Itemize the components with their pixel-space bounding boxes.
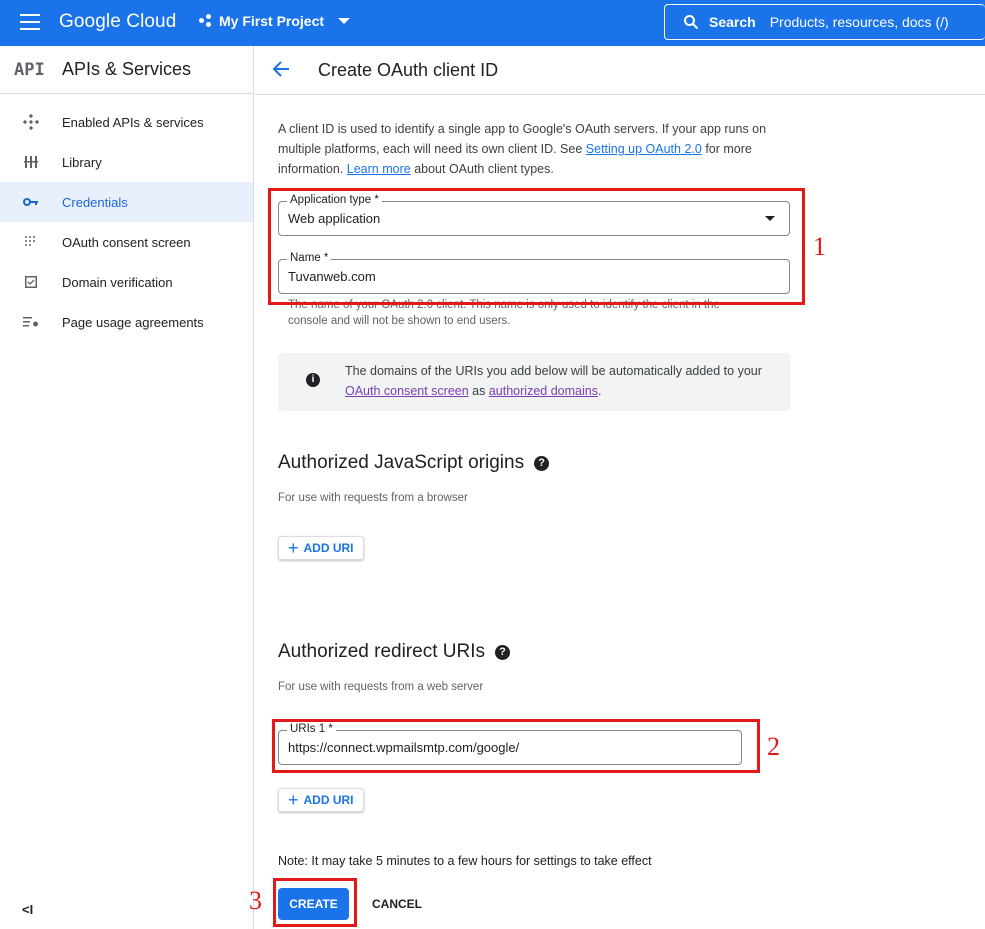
info-text-part: as [468, 384, 489, 398]
search-input[interactable]: Search Products, resources, docs (/) [664, 4, 985, 40]
sidebar-item-library[interactable]: Library [0, 142, 253, 182]
sidebar-item-label: Enabled APIs & services [62, 114, 204, 130]
sidebar: API APIs & Services Enabled APIs & servi… [0, 46, 254, 929]
oauth-consent-screen-link[interactable]: OAuth consent screen [345, 384, 469, 398]
checkbox-icon [0, 276, 62, 288]
authorized-domains-link[interactable]: authorized domains [489, 384, 598, 398]
info-text-part: . [597, 384, 602, 398]
info-icon: i [306, 373, 320, 387]
page-header: Create OAuth client ID [255, 46, 985, 95]
sidebar-item-label: OAuth consent screen [62, 234, 191, 250]
cancel-button[interactable]: CANCEL [364, 888, 430, 920]
redirect-uris-subtitle: For use with requests from a web server [278, 681, 484, 693]
info-banner: i The domains of the URIs you add below … [278, 353, 790, 411]
sidebar-item-oauth-consent[interactable]: OAuth consent screen [0, 222, 253, 262]
learn-more-link[interactable]: Learn more [347, 162, 411, 176]
search-placeholder: Products, resources, docs (/) [769, 14, 949, 30]
api-logo: API [14, 59, 45, 80]
intro-text: A client ID is used to identify a single… [278, 119, 790, 179]
plus-icon: + [288, 790, 299, 810]
google-cloud-logo[interactable]: Google Cloud [59, 11, 176, 33]
annotation-label-2: 2 [767, 732, 780, 761]
redirect-uris-title: Authorized redirect URIs [278, 641, 485, 662]
top-app-bar: Google Cloud My First Project Search Pro… [0, 0, 985, 46]
add-redirect-uri-button[interactable]: + ADD URI [278, 788, 364, 812]
intro-text-part: about OAuth client types. [410, 162, 554, 176]
annotation-box-1 [268, 188, 805, 305]
add-js-origin-button[interactable]: + ADD URI [278, 536, 364, 560]
add-uri-label: ADD URI [303, 793, 354, 807]
back-arrow-icon[interactable] [272, 60, 290, 83]
hamburger-menu-icon[interactable] [20, 14, 40, 30]
key-icon [0, 197, 62, 207]
annotation-box-2 [272, 719, 760, 773]
sidebar-item-label: Page usage agreements [62, 314, 204, 330]
settings-list-icon [0, 316, 62, 328]
sidebar-title: APIs & Services [62, 59, 192, 79]
js-origins-section: Authorized JavaScript origins ? [278, 452, 550, 474]
sidebar-nav: Enabled APIs & services Library Credenti… [0, 102, 253, 342]
chevron-down-icon [338, 18, 351, 24]
sidebar-item-label: Domain verification [62, 274, 173, 290]
page-title: Create OAuth client ID [318, 60, 499, 80]
info-text: The domains of the URIs you add below wi… [345, 361, 775, 401]
sidebar-item-label: Library [62, 154, 102, 170]
project-dots-icon [199, 14, 213, 28]
annotation-box-3 [273, 878, 357, 927]
plus-icon: + [288, 538, 299, 558]
diamond-arrows-icon [0, 114, 62, 130]
annotation-label-1: 1 [813, 232, 826, 261]
settings-note: Note: It may take 5 minutes to a few hou… [278, 854, 652, 868]
sidebar-item-page-usage[interactable]: Page usage agreements [0, 302, 253, 342]
project-name: My First Project [219, 13, 325, 29]
info-text-part: The domains of the URIs you add below wi… [345, 364, 762, 378]
help-icon[interactable]: ? [534, 455, 550, 471]
js-origins-title: Authorized JavaScript origins [278, 452, 525, 473]
search-icon [684, 15, 699, 30]
search-label: Search [709, 14, 756, 30]
annotation-label-3: 3 [249, 886, 262, 915]
project-selector[interactable]: My First Project [199, 13, 351, 29]
setting-up-oauth-link[interactable]: Setting up OAuth 2.0 [586, 142, 702, 156]
dotted-grid-icon [0, 235, 62, 249]
sidebar-header: API APIs & Services [0, 46, 253, 94]
collapse-sidebar-icon[interactable]: <I [22, 902, 33, 917]
sidebar-item-label: Credentials [62, 194, 128, 210]
sidebar-item-domain-verification[interactable]: Domain verification [0, 262, 253, 302]
add-uri-label: ADD URI [303, 541, 354, 555]
library-grid-icon [0, 155, 62, 169]
help-icon[interactable]: ? [494, 644, 510, 660]
redirect-uris-section: Authorized redirect URIs ? [278, 641, 510, 663]
sidebar-item-credentials[interactable]: Credentials [0, 182, 253, 222]
js-origins-subtitle: For use with requests from a browser [278, 492, 468, 504]
sidebar-item-enabled-apis[interactable]: Enabled APIs & services [0, 102, 253, 142]
